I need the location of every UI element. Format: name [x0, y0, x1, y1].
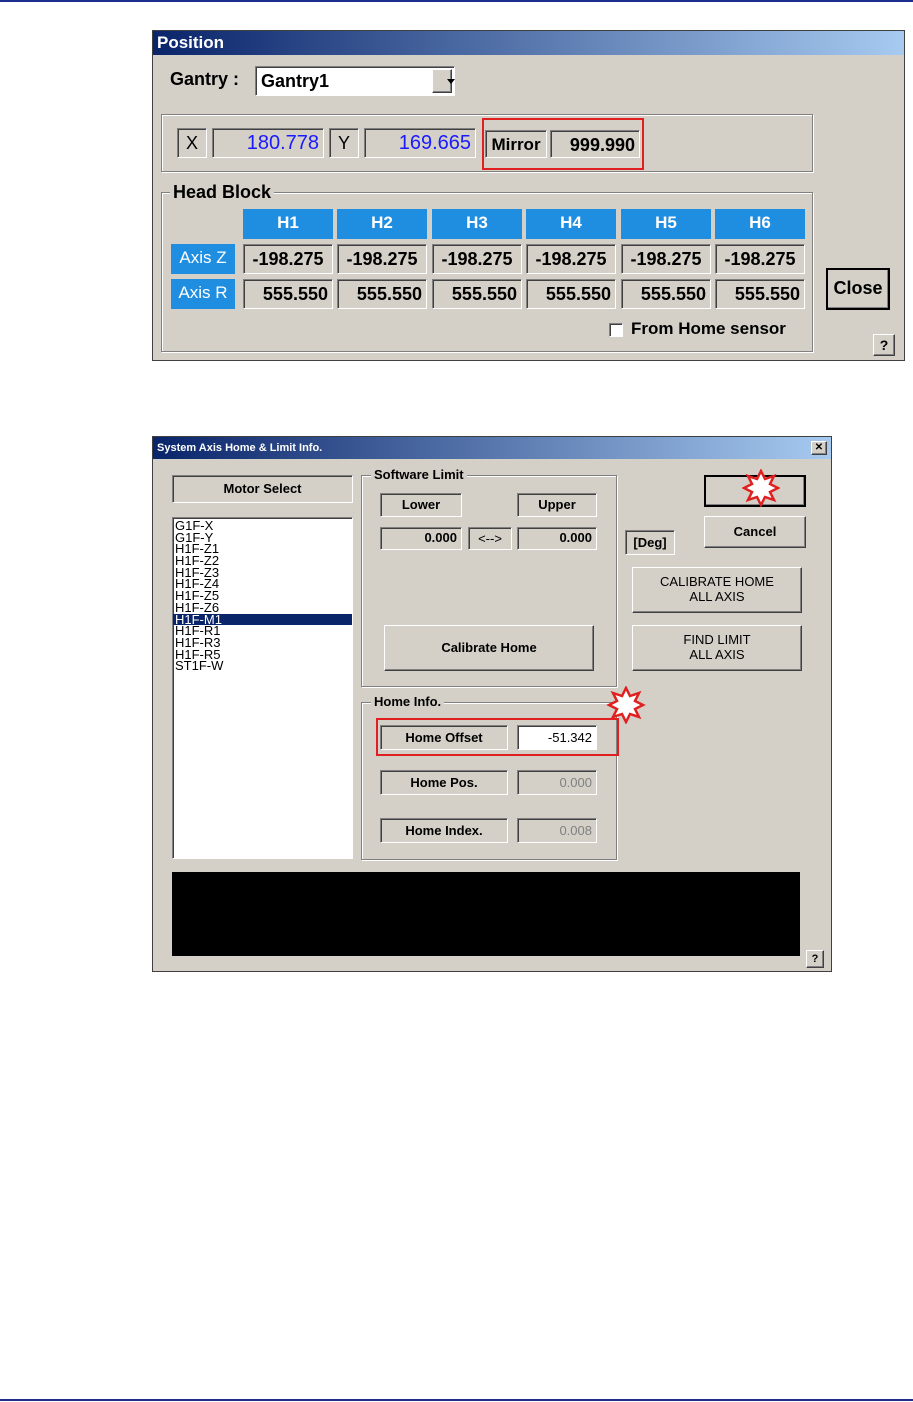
axis-r-h5: 555.550: [621, 279, 711, 309]
bottom-rule: [0, 1399, 913, 1401]
message-console: [172, 872, 800, 956]
range-symbol: <-->: [468, 527, 512, 550]
calibrate-home-all-axis-button[interactable]: CALIBRATE HOME ALL AXIS: [632, 567, 802, 613]
motor-select-label: Motor Select: [172, 475, 353, 503]
star-marker-icon: [742, 469, 780, 507]
position-window: Position Gantry : Gantry1 X 180.778 Y 16…: [152, 30, 905, 361]
axis-z-h6: -198.275: [715, 244, 805, 274]
head-header-h4: H4: [526, 209, 616, 239]
chevron-down-icon: [447, 79, 455, 84]
head-header-h3: H3: [432, 209, 522, 239]
window-title: Position: [153, 31, 904, 55]
axis-r-label: Axis R: [171, 279, 235, 309]
star-marker-icon: [606, 686, 646, 724]
unit-label: [Deg]: [625, 530, 675, 555]
head-header-h1: H1: [243, 209, 333, 239]
gantry-label: Gantry :: [170, 69, 240, 89]
gantry-select[interactable]: Gantry1: [255, 66, 455, 96]
find-limit-all-axis-button[interactable]: FIND LIMIT ALL AXIS: [632, 625, 802, 671]
y-value: 169.665: [364, 128, 476, 158]
axis-z-h3: -198.275: [432, 244, 522, 274]
home-index-field: 0.008: [517, 818, 597, 843]
button-line: CALIBRATE HOME: [660, 574, 774, 589]
axis-r-h6: 555.550: [715, 279, 805, 309]
axis-z-label: Axis Z: [171, 244, 235, 274]
axis-r-h3: 555.550: [432, 279, 522, 309]
home-info-label: Home Info.: [371, 694, 445, 709]
head-block-label: Head Block: [170, 182, 275, 203]
axis-r-h4: 555.550: [526, 279, 616, 309]
button-line: FIND LIMIT: [683, 632, 751, 647]
software-limit-label: Software Limit: [371, 467, 467, 482]
axis-z-h2: -198.275: [337, 244, 427, 274]
from-home-checkbox[interactable]: [609, 323, 623, 337]
cancel-button[interactable]: Cancel: [704, 516, 806, 548]
home-pos-field: 0.000: [517, 770, 597, 795]
help-button[interactable]: ?: [873, 334, 895, 356]
head-header-h2: H2: [337, 209, 427, 239]
lower-limit-field[interactable]: 0.000: [380, 527, 462, 550]
calibrate-home-button[interactable]: Calibrate Home: [384, 625, 594, 671]
top-rule: [0, 0, 913, 2]
close-icon: ✕: [814, 442, 824, 453]
home-pos-label: Home Pos.: [380, 770, 508, 795]
y-label: Y: [329, 128, 359, 158]
button-line: ALL AXIS: [689, 589, 745, 604]
axis-z-h1: -198.275: [243, 244, 333, 274]
head-header-h5: H5: [621, 209, 711, 239]
list-item[interactable]: ST1F-W: [173, 659, 352, 672]
motor-list[interactable]: G1F-X G1F-Y H1F-Z1 H1F-Z2 H1F-Z3 H1F-Z4 …: [172, 517, 353, 859]
lower-label: Lower: [380, 493, 462, 517]
gantry-select-value: Gantry1: [261, 71, 330, 91]
help-button[interactable]: ?: [806, 950, 824, 968]
axis-z-h5: -198.275: [621, 244, 711, 274]
axis-r-h2: 555.550: [337, 279, 427, 309]
from-home-label: From Home sensor: [631, 319, 786, 338]
button-line: ALL AXIS: [689, 647, 745, 662]
axis-home-limit-window: System Axis Home & Limit Info. ✕ Motor S…: [152, 436, 832, 972]
upper-limit-field[interactable]: 0.000: [517, 527, 597, 550]
mirror-highlight: [482, 118, 644, 170]
axis-r-h1: 555.550: [243, 279, 333, 309]
window-title: System Axis Home & Limit Info.: [153, 437, 831, 459]
head-header-h6: H6: [715, 209, 805, 239]
axis-z-h4: -198.275: [526, 244, 616, 274]
x-value: 180.778: [212, 128, 324, 158]
dropdown-arrow-button[interactable]: [432, 69, 455, 93]
upper-label: Upper: [517, 493, 597, 517]
x-label: X: [177, 128, 207, 158]
window-close-button[interactable]: ✕: [811, 441, 827, 455]
home-index-label: Home Index.: [380, 818, 508, 843]
close-button[interactable]: Close: [826, 268, 890, 310]
home-offset-highlight: [376, 718, 619, 756]
